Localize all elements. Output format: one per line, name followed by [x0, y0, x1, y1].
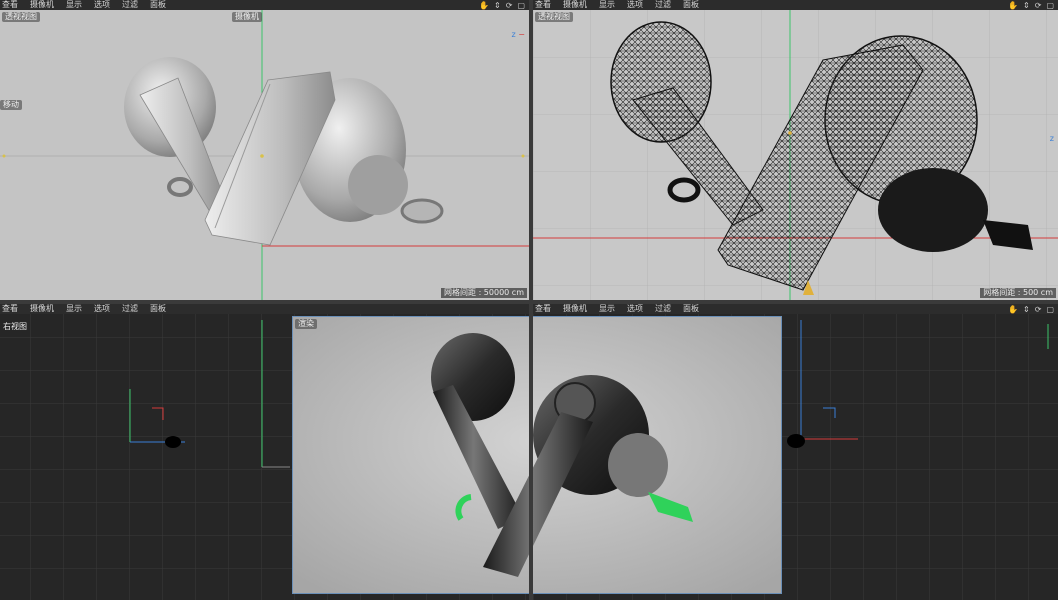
viewport-top-left-scene	[0, 0, 529, 300]
menu-camera[interactable]: 摄像机	[30, 0, 54, 10]
maximize-icon[interactable]: ▢	[1046, 1, 1054, 10]
viewport-top-right-menubar: 查看 摄像机 显示 选项 过滤 面板 ✋ ⇕ ⟳ ▢	[533, 0, 1058, 10]
menu-display[interactable]: 显示	[66, 0, 82, 10]
rotate-icon[interactable]: ⟳	[1035, 305, 1042, 314]
view-name-label: 透视视图	[2, 12, 40, 22]
viewport-top-right-scene	[533, 0, 1058, 300]
menu-view[interactable]: 查看	[2, 0, 18, 10]
menu-filter[interactable]: 过滤	[655, 0, 671, 10]
menu-panel[interactable]: 面板	[150, 0, 166, 10]
menu-panel[interactable]: 面板	[683, 304, 699, 314]
menu-display[interactable]: 显示	[599, 304, 615, 314]
menu-camera[interactable]: 摄像机	[30, 304, 54, 314]
grid-spacing-readout: 网格间距 : 50000 cm	[441, 288, 527, 298]
menu-options[interactable]: 选项	[94, 304, 110, 314]
viewport-bottom-left-menubar: 查看 摄像机 显示 选项 过滤 面板	[0, 304, 529, 314]
menu-options[interactable]: 选项	[627, 304, 643, 314]
camera-chip[interactable]: 摄像机	[232, 12, 262, 22]
viewport-top-left-menubar: 查看 摄像机 显示 选项 过滤 面板 ✋ ⇕ ⟳ ▢	[0, 0, 529, 10]
rotate-icon[interactable]: ⟳	[1035, 1, 1042, 10]
menu-view[interactable]: 查看	[535, 304, 551, 314]
viewport-top-right[interactable]: 查看 摄像机 显示 选项 过滤 面板 ✋ ⇕ ⟳ ▢ 透视视图 z 网格间距 :…	[533, 0, 1058, 300]
menu-filter[interactable]: 过滤	[122, 0, 138, 10]
hand-icon[interactable]: ✋	[1008, 1, 1018, 10]
menu-display[interactable]: 显示	[599, 0, 615, 10]
view-name-label: 右视图	[3, 322, 27, 331]
move-icon[interactable]: ⇕	[1023, 1, 1030, 10]
viewport-divider-horizontal[interactable]	[0, 300, 1058, 304]
axis-gizmo: z −	[511, 30, 525, 39]
viewport-top-left[interactable]: 查看 摄像机 显示 选项 过滤 面板 ✋ ⇕ ⟳ ▢ 透视视图 摄像机 移动 z…	[0, 0, 529, 300]
move-icon[interactable]: ⇕	[494, 1, 501, 10]
menu-camera[interactable]: 摄像机	[563, 304, 587, 314]
menu-view[interactable]: 查看	[535, 0, 551, 10]
rotate-icon[interactable]: ⟳	[506, 1, 513, 10]
menu-filter[interactable]: 过滤	[655, 304, 671, 314]
menu-camera[interactable]: 摄像机	[563, 0, 587, 10]
maximize-icon[interactable]: ▢	[1046, 305, 1054, 314]
hand-icon[interactable]: ✋	[1008, 305, 1018, 314]
maximize-icon[interactable]: ▢	[517, 1, 525, 10]
render-tag: 渲染	[295, 319, 317, 329]
grid-spacing-readout: 网格间距 : 500 cm	[980, 288, 1056, 298]
move-icon[interactable]: ⇕	[1023, 305, 1030, 314]
move-side-tag: 移动	[0, 100, 22, 110]
menu-view[interactable]: 查看	[2, 304, 18, 314]
axis-gizmo: z	[1049, 134, 1054, 143]
menu-panel[interactable]: 面板	[683, 0, 699, 10]
render-preview-scene	[293, 317, 781, 593]
viewport-nav-icons: ✋ ⇕ ⟳ ▢	[479, 0, 525, 10]
menu-panel[interactable]: 面板	[150, 304, 166, 314]
viewport-nav-icons: ✋ ⇕ ⟳ ▢	[1008, 304, 1054, 314]
viewport-nav-icons: ✋ ⇕ ⟳ ▢	[1008, 0, 1054, 10]
view-name-label: 透视视图	[535, 12, 573, 22]
viewport-bottom-right-menubar: 查看 摄像机 显示 选项 过滤 面板 ✋ ⇕ ⟳ ▢	[533, 304, 1058, 314]
menu-options[interactable]: 选项	[627, 0, 643, 10]
menu-filter[interactable]: 过滤	[122, 304, 138, 314]
menu-display[interactable]: 显示	[66, 304, 82, 314]
menu-options[interactable]: 选项	[94, 0, 110, 10]
render-preview[interactable]: 渲染	[292, 316, 782, 594]
hand-icon[interactable]: ✋	[479, 1, 489, 10]
